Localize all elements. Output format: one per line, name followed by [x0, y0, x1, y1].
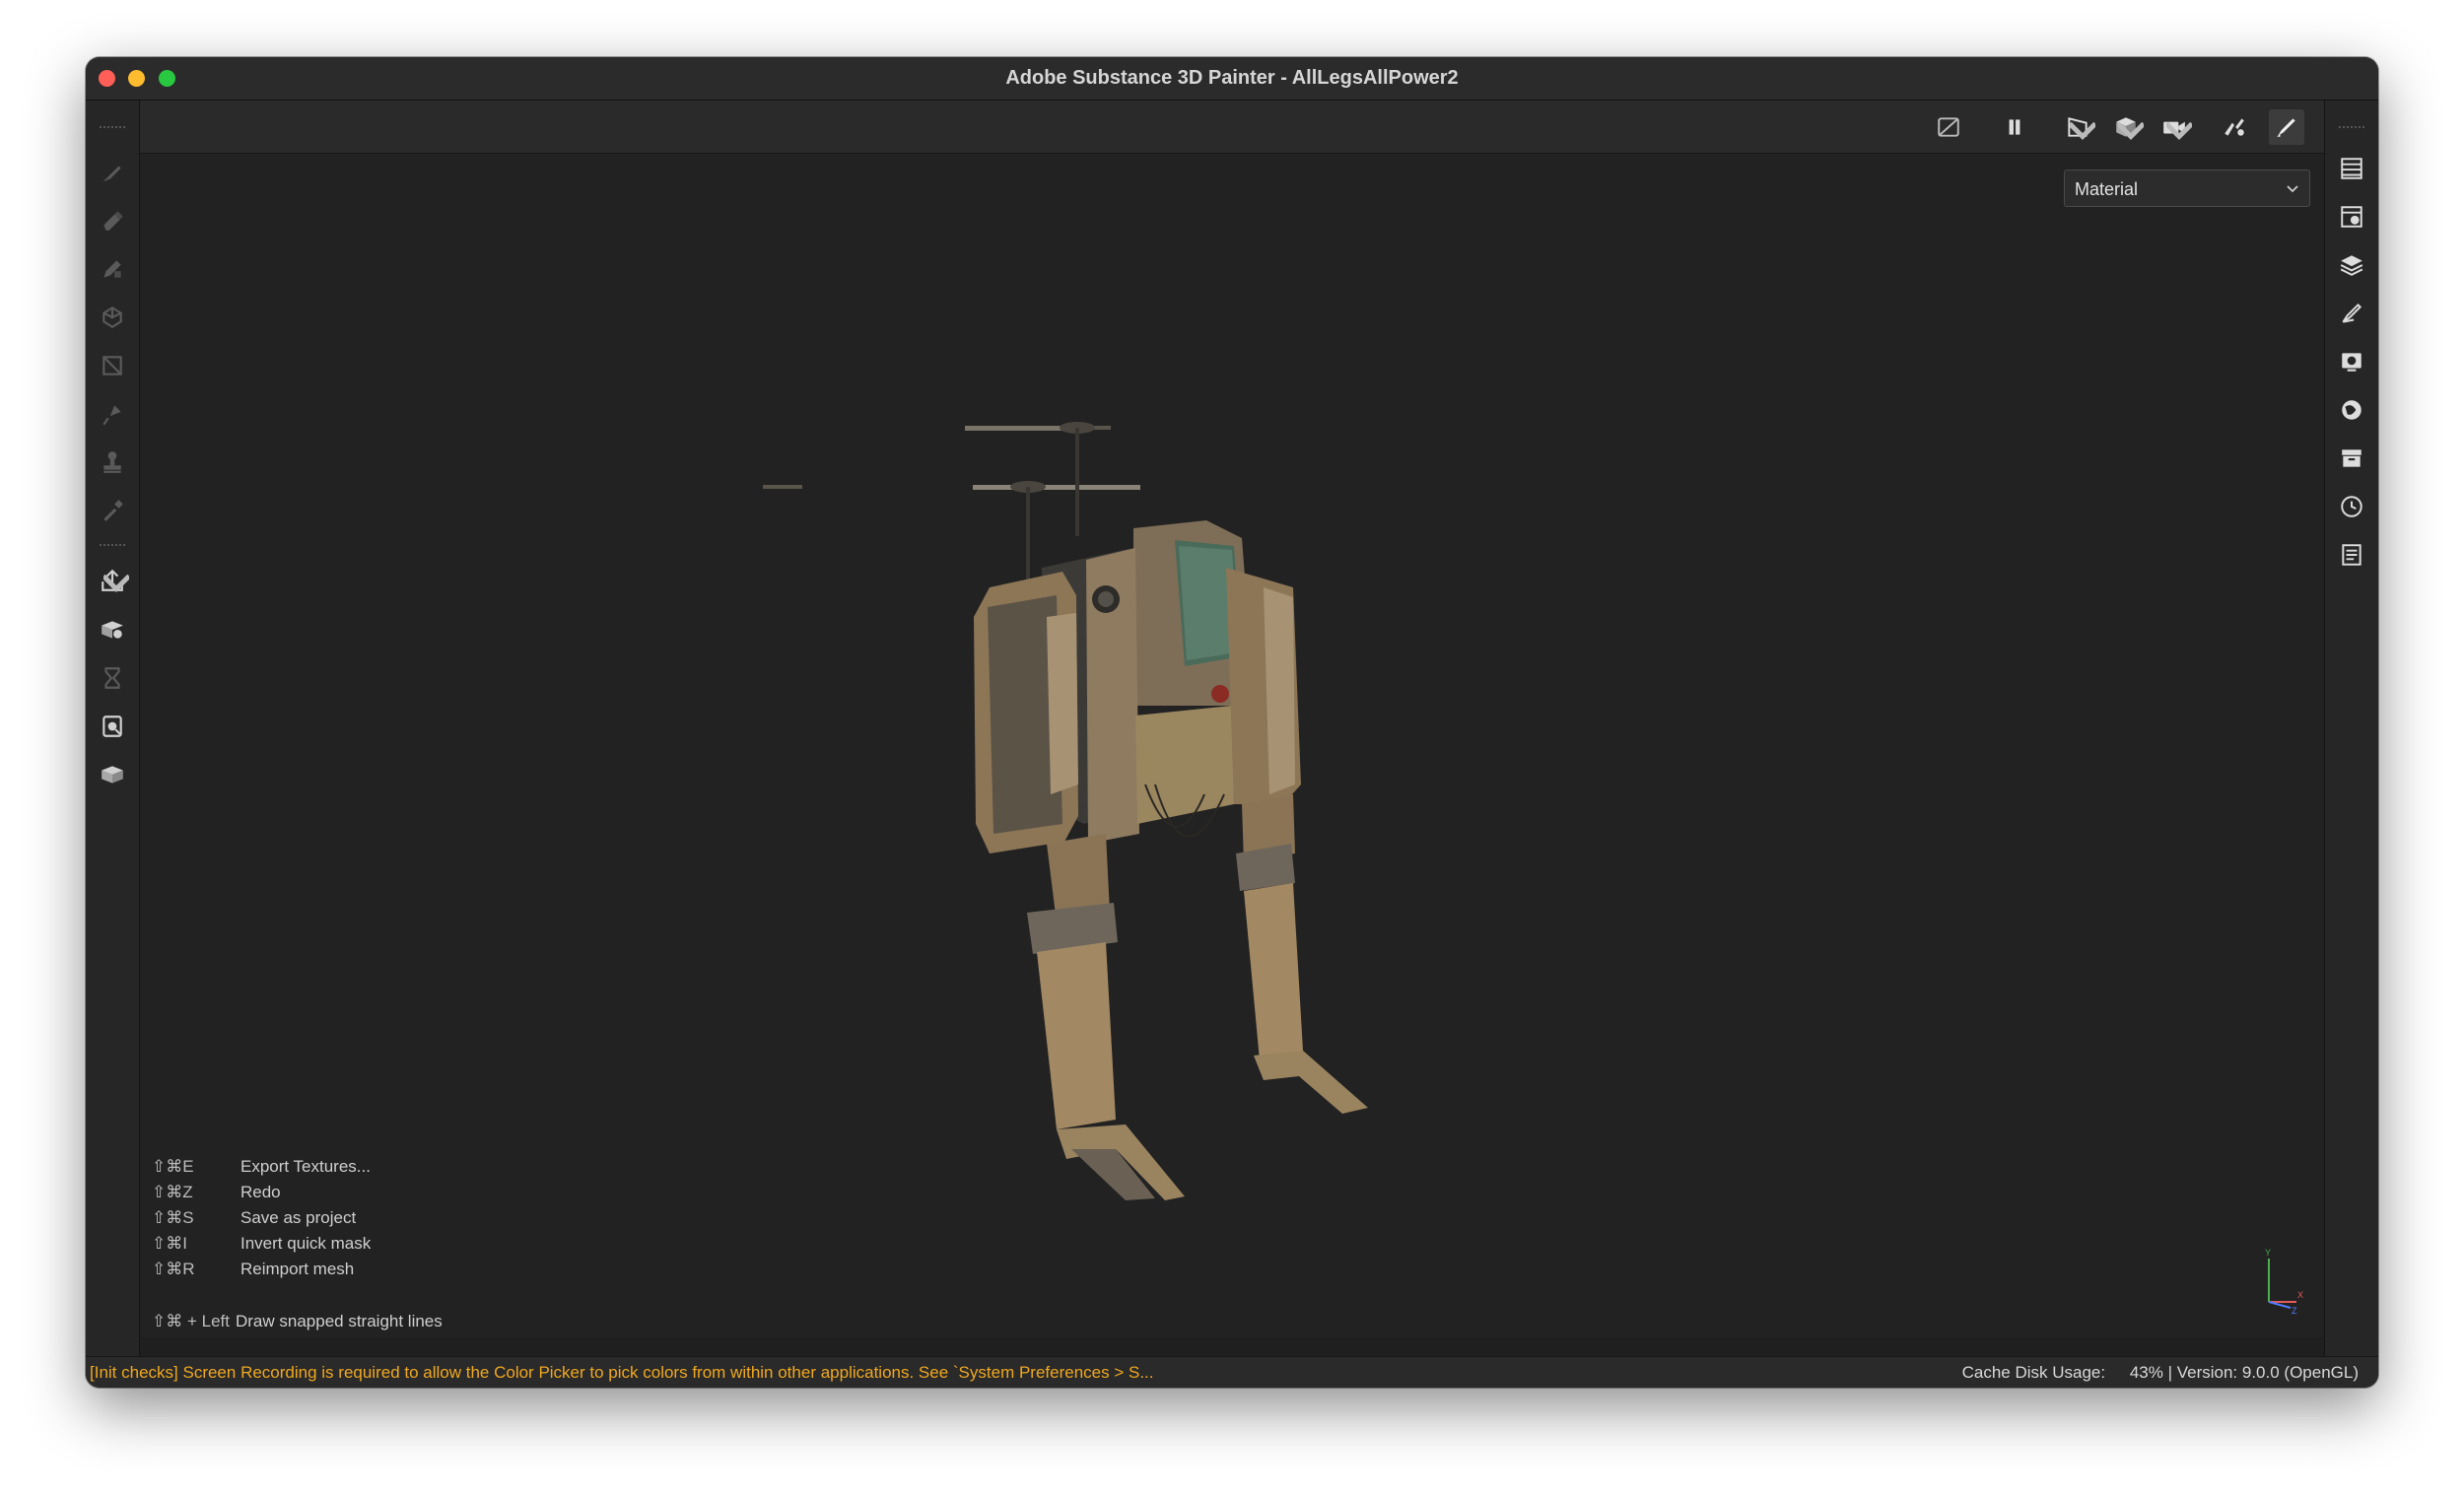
layers-icon[interactable]: [2335, 248, 2368, 282]
display-settings-icon[interactable]: [96, 710, 129, 743]
paint-mode-icon[interactable]: [2269, 109, 2304, 145]
assets-icon[interactable]: [2335, 442, 2368, 475]
axis-x-label: X: [2297, 1290, 2303, 1300]
eraser-icon[interactable]: [96, 204, 129, 238]
paint-brush-icon[interactable]: [96, 156, 129, 189]
iray-icon[interactable]: [96, 661, 129, 695]
shortcut-row: ⇧⌘I Invert quick mask: [152, 1234, 372, 1253]
log-icon[interactable]: [2335, 538, 2368, 572]
symmetry-icon[interactable]: [2217, 109, 2252, 145]
hide-ui-icon[interactable]: [1931, 109, 1966, 145]
texture-set-settings-icon[interactable]: [2335, 200, 2368, 234]
axis-y-label: Y: [2265, 1248, 2271, 1258]
toolbar-separator: [100, 544, 125, 548]
title-bar: Adobe Substance 3D Painter - AllLegsAllP…: [86, 57, 2378, 101]
bake-icon[interactable]: [96, 613, 129, 647]
properties-icon[interactable]: [2335, 297, 2368, 330]
display-settings-icon[interactable]: [2335, 345, 2368, 378]
geometry-mask-icon[interactable]: [96, 301, 129, 334]
shortcut-row: ⇧⌘E Export Textures...: [152, 1157, 371, 1176]
clone-stamp-icon[interactable]: [96, 445, 129, 479]
cache-disk-usage: Cache Disk Usage: 43% | Version: 9.0.0 (…: [1943, 1357, 2359, 1388]
robot-leg-right: [1226, 568, 1368, 1114]
shortcut-row: ⇧⌘ + Left Draw snapped straight lines: [152, 1312, 443, 1330]
cube-view-icon[interactable]: [2108, 109, 2144, 145]
pause-icon[interactable]: [1997, 109, 2032, 145]
shader-settings-icon[interactable]: [2335, 393, 2368, 427]
shortcut-row: ⇧⌘Z Redo: [152, 1183, 281, 1201]
rotor-front: [965, 422, 1111, 536]
right-tool-bar: [2324, 101, 2378, 1356]
shortcut-hints: ⇧⌘E Export Textures... ⇧⌘Z Redo ⇧⌘S Save as…: [152, 1154, 443, 1334]
smudge-icon[interactable]: [96, 397, 129, 431]
mirror-plane-icon[interactable]: [2060, 109, 2095, 145]
toolbar-grip[interactable]: [2339, 126, 2364, 130]
export-icon[interactable]: [96, 564, 129, 597]
polygon-fill-icon[interactable]: [96, 349, 129, 382]
axis-z-label: Z: [2292, 1306, 2297, 1314]
app-window: Adobe Substance 3D Painter - AllLegsAllP…: [86, 57, 2378, 1388]
status-message[interactable]: [Init checks] Screen Recording is requir…: [90, 1357, 1154, 1388]
status-bar: [Init checks] Screen Recording is requir…: [86, 1356, 2378, 1388]
color-picker-icon[interactable]: [96, 494, 129, 527]
robot-mesh-model[interactable]: [140, 154, 2324, 1337]
texture-set-list-icon[interactable]: [2335, 152, 2368, 185]
window-title: Adobe Substance 3D Painter - AllLegsAllP…: [1005, 67, 1459, 89]
projection-icon[interactable]: [96, 252, 129, 286]
toolbar-grip[interactable]: [100, 126, 125, 130]
camera-icon[interactable]: [2156, 109, 2192, 145]
cache-label: Cache Disk Usage:: [1961, 1363, 2106, 1382]
axis-gizmo: Y X Z: [2265, 1248, 2303, 1314]
3d-viewport[interactable]: Material ⇧⌘E Export Textures... ⇧⌘Z Redo…: [140, 154, 2324, 1337]
top-tool-bar: [140, 101, 2353, 154]
mesh-icon[interactable]: [96, 758, 129, 791]
shortcut-row: ⇧⌘S Save as project: [152, 1208, 357, 1227]
left-tool-bar: [86, 101, 140, 1356]
shortcut-row: ⇧⌘R Reimport mesh: [152, 1260, 355, 1278]
cache-value: 43% | Version: 9.0.0 (OpenGL): [2129, 1363, 2359, 1382]
history-icon[interactable]: [2335, 490, 2368, 523]
